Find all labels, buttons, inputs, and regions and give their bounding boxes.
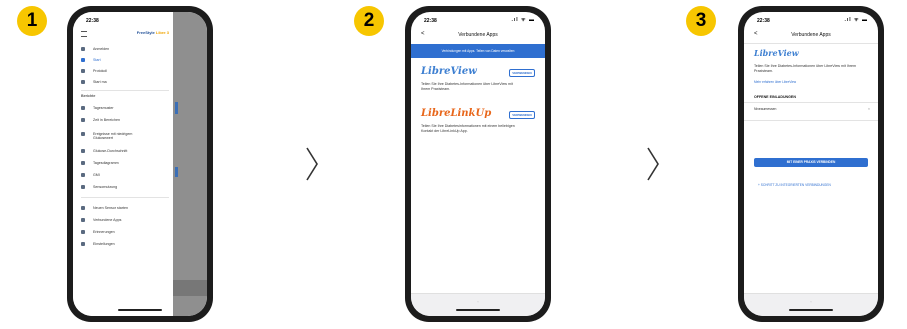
bottom-bar: ◦ bbox=[411, 293, 545, 316]
chart-icon bbox=[81, 185, 85, 189]
menu-item-gmi[interactable]: GMI bbox=[81, 172, 169, 180]
home-indicator bbox=[456, 309, 500, 311]
sensor-icon bbox=[81, 206, 85, 210]
background-indicator bbox=[175, 167, 178, 177]
drawer-header: FreeStyle Libre 3 bbox=[81, 30, 169, 40]
step-badge-2: 2 bbox=[354, 6, 384, 36]
menu-item-neuen-sensor[interactable]: Neuen Sensor starten bbox=[81, 205, 169, 213]
navigation-bar: < Verbundene Apps bbox=[411, 28, 545, 42]
status-bar: 22:38 .ıl ᯤ ▬ bbox=[744, 12, 878, 28]
step-badge-1: 1 bbox=[17, 6, 47, 36]
background-indicator bbox=[175, 102, 178, 114]
phone-3-screen: 22:38 .ıl ᯤ ▬ < Verbundene Apps LibreVie… bbox=[744, 12, 878, 316]
libreview-logo: LibreView bbox=[754, 48, 799, 58]
invitation-label: Niveaumessen bbox=[754, 107, 777, 111]
home-icon bbox=[81, 58, 85, 62]
libreview-connect-button[interactable]: VERWENDEN bbox=[509, 69, 535, 77]
signal-icon: .ıl ᯤ ▬ bbox=[844, 17, 868, 23]
invitation-item[interactable]: Niveaumessen × bbox=[754, 107, 870, 117]
divider bbox=[81, 90, 169, 91]
learn-more-link[interactable]: Mehr erfahren über LibreView bbox=[754, 80, 796, 84]
signal-icon: .ıl ᯤ ▬ bbox=[511, 17, 535, 23]
status-time: 22:38 bbox=[424, 18, 437, 24]
list-icon bbox=[81, 69, 85, 73]
menu-item-zeit-in-bereichen[interactable]: Zeit in Bereichen bbox=[81, 117, 169, 125]
status-time: 22:38 bbox=[86, 18, 99, 24]
indicator-dot: ◦ bbox=[810, 299, 812, 304]
librelinkup-logo: LibreLinkUp bbox=[421, 108, 492, 119]
divider bbox=[744, 102, 878, 103]
librelinkup-description: Teilen Sie Ihre Diabetesinformationen mi… bbox=[421, 124, 515, 133]
libreview-logo: LibreView bbox=[421, 66, 477, 77]
indicator-dot: ◦ bbox=[477, 299, 479, 304]
page-title: Verbundene Apps bbox=[458, 32, 498, 38]
menu-item-tagesdiagramm[interactable]: Tagesdiagramm bbox=[81, 160, 169, 168]
menu-item-erinnerungen[interactable]: Erinnerungen bbox=[81, 229, 169, 237]
section-label-berichte: Berichte bbox=[81, 94, 96, 98]
link-icon bbox=[81, 218, 85, 222]
chart-icon bbox=[81, 118, 85, 122]
phone-3: 22:38 .ıl ᯤ ▬ < Verbundene Apps LibreVie… bbox=[738, 6, 884, 322]
play-icon bbox=[81, 80, 85, 84]
phone-2: 22:38 .ıl ᯤ ▬ < Verbundene Apps Verbindu… bbox=[405, 6, 551, 322]
menu-item-sensornutzung[interactable]: Sensornutzung bbox=[81, 184, 169, 192]
bottom-bar: ◦ bbox=[744, 293, 878, 316]
divider bbox=[744, 43, 878, 44]
navigation-bar: < Verbundene Apps bbox=[744, 28, 878, 42]
menu-item-tagesmuster[interactable]: Tagesmuster bbox=[81, 105, 169, 113]
chart-icon bbox=[81, 132, 85, 136]
user-icon bbox=[81, 47, 85, 51]
chevron-right-icon bbox=[306, 147, 318, 181]
divider bbox=[744, 120, 878, 121]
gear-icon bbox=[81, 242, 85, 246]
brand-logo: FreeStyle Libre 3 bbox=[136, 30, 169, 35]
dimmed-background[interactable] bbox=[173, 12, 207, 316]
chart-icon bbox=[81, 149, 85, 153]
menu-item-glukose-durchschnitt[interactable]: Glukose-Durchschnitt bbox=[81, 148, 169, 156]
menu-icon[interactable] bbox=[81, 31, 87, 37]
libreview-description: Teilen Sie Ihre Diabetes-Informationen ü… bbox=[421, 82, 513, 91]
home-indicator bbox=[789, 309, 833, 311]
integrated-connections-link[interactable]: + SCHRITT ZU INTEGRIERTEN VERBINDUNGEN bbox=[758, 183, 831, 187]
page-title: Verbundene Apps bbox=[791, 32, 831, 38]
home-indicator bbox=[118, 309, 162, 311]
status-bar: 22:38 .ıl ᯤ ▬ bbox=[73, 12, 204, 28]
divider bbox=[81, 197, 169, 198]
menu-item-anmelden[interactable]: Anmelden bbox=[81, 46, 169, 54]
status-bar: 22:38 .ıl ᯤ ▬ bbox=[411, 12, 545, 28]
menu-item-start-ma[interactable]: Start ma bbox=[81, 79, 169, 87]
status-time: 22:38 bbox=[757, 18, 770, 24]
navigation-drawer: 22:38 .ıl ᯤ ▬ FreeStyle Libre 3 Anmelden… bbox=[73, 12, 204, 316]
menu-item-start[interactable]: Start bbox=[81, 57, 169, 65]
chart-icon bbox=[81, 161, 85, 165]
phone-2-screen: 22:38 .ıl ᯤ ▬ < Verbundene Apps Verbindu… bbox=[411, 12, 545, 316]
libreview-description: Teilen Sie Ihre Diabetes-Informationen ü… bbox=[754, 64, 857, 73]
phone-1: 22:38 .ıl ᯤ ▬ FreeStyle Libre 3 Anmelden… bbox=[67, 6, 213, 322]
info-banner: Verbindungen mit Apps. Teilen von Daten … bbox=[411, 44, 545, 58]
menu-item-protokoll[interactable]: Protokoll bbox=[81, 68, 169, 76]
chevron-right-icon bbox=[647, 147, 659, 181]
chart-icon bbox=[81, 173, 85, 177]
menu-item-verbundene-apps[interactable]: Verbundene Apps bbox=[81, 217, 169, 225]
step-badge-3: 3 bbox=[686, 6, 716, 36]
chart-icon bbox=[81, 106, 85, 110]
librelinkup-connect-button[interactable]: VERWENDEN bbox=[509, 111, 535, 119]
menu-item-ereignisse[interactable]: Ereignisse mit niedrigem Glukosewert bbox=[81, 131, 169, 143]
menu-item-einstellungen[interactable]: Einstellungen bbox=[81, 241, 169, 249]
bell-icon bbox=[81, 230, 85, 234]
phone-1-screen: 22:38 .ıl ᯤ ▬ FreeStyle Libre 3 Anmelden… bbox=[73, 12, 207, 316]
connect-practice-button[interactable]: MIT EINER PRAXIS VERBINDEN bbox=[754, 158, 868, 167]
section-title-invitations: OFFENE EINLADUNGEN bbox=[754, 95, 796, 99]
background-tabbar bbox=[173, 280, 207, 296]
close-icon[interactable]: × bbox=[868, 107, 870, 111]
